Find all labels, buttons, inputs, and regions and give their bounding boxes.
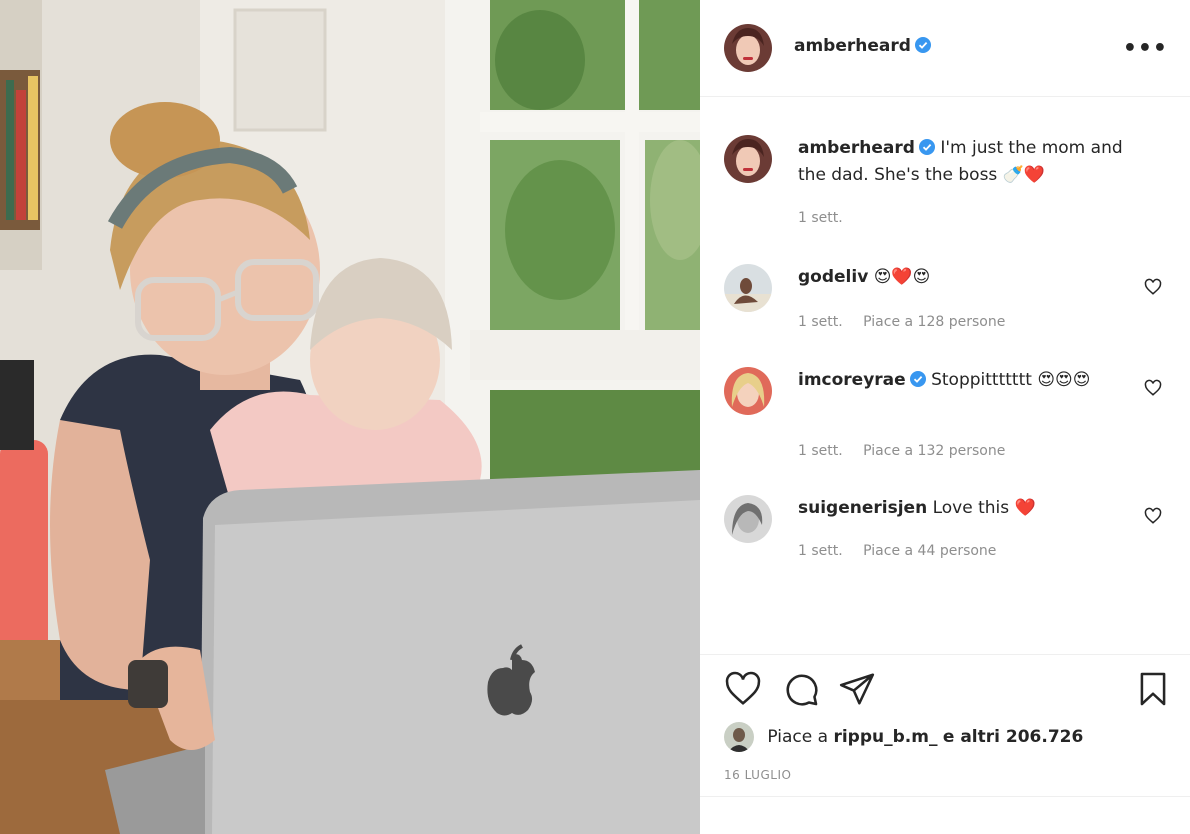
author-avatar[interactable] <box>724 24 772 72</box>
likes-summary[interactable]: Piace a rippu_b.m_ e altri 206.726 <box>724 722 1083 752</box>
post-actions <box>724 670 1176 710</box>
comment-username[interactable]: imcoreyrae <box>798 370 906 390</box>
author-username[interactable]: amberheard <box>794 36 911 56</box>
caption-username[interactable]: amberheard <box>798 138 915 158</box>
likes-others[interactable]: e altri 206.726 <box>943 727 1083 747</box>
comment-meta: 1 sett. Piace a 128 persone <box>798 314 1021 330</box>
share-icon[interactable] <box>838 670 876 708</box>
comment-username[interactable]: godeliv <box>798 267 868 287</box>
comment-item: godeliv 😍❤️😍 1 sett. Piace a 128 persone <box>724 264 1164 334</box>
actions-divider <box>700 654 1190 655</box>
caption-time[interactable]: 1 sett. <box>798 210 843 226</box>
post-date[interactable]: 16 LUGLIO <box>724 768 791 782</box>
likes-prefix: Piace a <box>767 727 829 747</box>
comment-time[interactable]: 1 sett. <box>798 443 843 459</box>
comment-meta: 1 sett. Piace a 132 persone <box>798 443 1021 459</box>
caption-avatar[interactable] <box>724 135 772 183</box>
post-header: amberheard ••• <box>700 0 1190 96</box>
comment-likes[interactable]: Piace a 128 persone <box>863 314 1005 330</box>
comment-item: suigenerisjen Love this ❤️ 1 sett. Piace… <box>724 495 1164 565</box>
comment-body: suigenerisjen Love this ❤️ <box>798 495 1138 522</box>
post-caption: amberheard I'm just the mom and the dad.… <box>724 135 1164 226</box>
comment-time[interactable]: 1 sett. <box>798 314 843 330</box>
comment-body: godeliv 😍❤️😍 <box>798 264 1138 291</box>
photo-illustration <box>0 0 700 834</box>
comment-likes[interactable]: Piace a 132 persone <box>863 443 1005 459</box>
comment-username[interactable]: suigenerisjen <box>798 498 927 518</box>
comment-meta: 1 sett. Piace a 44 persone <box>798 543 1012 559</box>
post-side-panel: amberheard ••• amberheard I'm just the m… <box>700 0 1190 834</box>
comment-like-heart-icon[interactable] <box>1144 379 1162 397</box>
liker-avatar <box>724 722 754 752</box>
heart-icon[interactable] <box>724 670 762 708</box>
verified-badge-icon <box>909 371 926 387</box>
caption-body: amberheard I'm just the mom and the dad.… <box>798 135 1138 189</box>
more-options-icon[interactable]: ••• <box>1123 36 1168 61</box>
comment-body: imcoreyrae Stoppittttttt 😍😍😍 <box>798 367 1138 394</box>
comment-text: Love this ❤️ <box>932 498 1036 518</box>
likes-user[interactable]: rippu_b.m_ <box>833 727 937 747</box>
comment-avatar[interactable] <box>724 264 772 312</box>
comment-text: Stoppittttttt 😍😍😍 <box>931 370 1091 390</box>
comment-likes[interactable]: Piace a 44 persone <box>863 543 996 559</box>
verified-badge-icon <box>918 139 935 155</box>
header-divider <box>700 96 1190 97</box>
post-photo[interactable] <box>0 0 700 834</box>
comment-text: 😍❤️😍 <box>873 267 931 287</box>
caption-meta: 1 sett. <box>798 210 859 226</box>
comment-avatar[interactable] <box>724 367 772 415</box>
comment-icon[interactable] <box>782 670 820 708</box>
comment-avatar[interactable] <box>724 495 772 543</box>
addcomment-divider <box>700 796 1190 797</box>
comment-like-heart-icon[interactable] <box>1144 278 1162 296</box>
comment-item: imcoreyrae Stoppittttttt 😍😍😍 1 sett. Pia… <box>724 367 1164 467</box>
verified-badge-icon <box>914 37 931 53</box>
bookmark-icon[interactable] <box>1134 670 1172 708</box>
comment-time[interactable]: 1 sett. <box>798 543 843 559</box>
comment-like-heart-icon[interactable] <box>1144 507 1162 525</box>
